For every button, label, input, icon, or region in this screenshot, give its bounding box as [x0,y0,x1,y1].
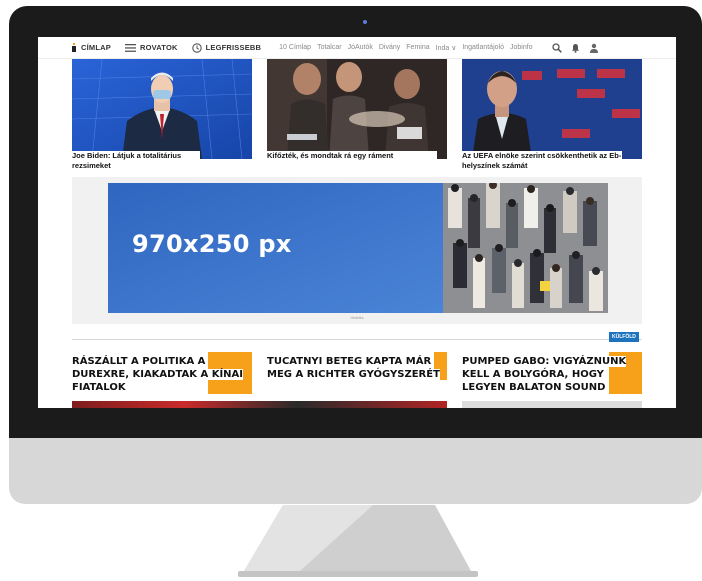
nav-link-inda[interactable]: Inda ∨ [436,44,457,52]
article-caption-uefa[interactable]: Az UEFA elnöke szerint csökkenthetik az … [462,151,622,171]
search-icon[interactable] [551,42,562,53]
nav-legfrissebb[interactable]: LEGFRISSEBB [191,42,262,53]
headline-balaton-text: Pumped Gabo: Vigyáznunk kell a bolygóra,… [462,356,627,393]
headline-richter-text: Tucatnyi beteg kapta már meg a Richter g… [267,356,440,380]
user-icon[interactable] [589,43,599,53]
nav-cimlap-label: CÍMLAP [81,43,111,52]
headline-durex-text: Rászállt a politika a Durexre, kiakadtak… [72,356,244,393]
nav-legfrissebb-label: LEGFRISSEBB [205,43,262,52]
section-badge-kulfold[interactable]: KÜLFÖLD [609,332,639,342]
cimlap-icon [72,43,76,52]
headline-balaton[interactable]: Pumped Gabo: Vigyáznunk kell a bolygóra,… [462,355,634,394]
bell-icon[interactable] [571,43,580,53]
monitor-chin [9,438,702,504]
article-card-uefa[interactable]: Az UEFA elnöke szerint csökkenthetik az … [462,59,642,177]
article-card-biden[interactable]: Joe Biden: Látjuk a totalitárius rezsime… [72,59,252,177]
article-image-strip-1[interactable] [72,401,447,408]
headline-durex[interactable]: Rászállt a politika a Durexre, kiakadtak… [72,355,247,394]
ad-banner[interactable]: 970x250 px [108,183,608,313]
article-image-cooks[interactable] [267,59,447,159]
section-divider [72,339,642,340]
nav-link-femina[interactable]: Femina [406,44,429,51]
menu-icon [124,43,136,52]
nav-link-ingatlantajolo[interactable]: Ingatlantájoló [462,44,504,51]
headline-richter[interactable]: Tucatnyi beteg kapta már meg a Richter g… [267,355,447,381]
nav-link-divany[interactable]: Divány [379,44,400,51]
top-navigation: CÍMLAP ROVATOK LEGFRISSEBB 10 Címlap Tot… [38,37,676,59]
nav-rovatok[interactable]: ROVATOK [124,43,178,52]
nav-link-totalcar[interactable]: Totalcar [317,44,342,51]
article-image-uefa[interactable] [462,59,642,159]
article-caption-biden[interactable]: Joe Biden: Látjuk a totalitárius rezsime… [72,151,200,171]
nav-link-jobinfo[interactable]: Jobinfo [510,44,533,51]
camera-dot [363,20,367,24]
clock-icon [191,42,202,53]
ad-label: Hirdetés [350,316,364,320]
ad-container: 970x250 px Hirdetés [72,177,642,324]
website-screen: CÍMLAP ROVATOK LEGFRISSEBB 10 Címlap Tot… [38,37,676,408]
article-image-biden[interactable] [72,59,252,159]
nav-link-joautok[interactable]: JóAutók [348,44,373,51]
article-image-strip-2[interactable] [462,401,642,408]
ad-size-text: 970x250 px [132,230,292,258]
nav-link-10cimlap[interactable]: 10 Címlap [279,44,311,51]
article-caption-cooks[interactable]: Kifőzték, és mondtak rá egy ráment [267,151,437,161]
nav-cimlap[interactable]: CÍMLAP [71,43,111,52]
article-card-cooks[interactable]: Kifőzték, és mondtak rá egy ráment [267,59,447,177]
nav-rovatok-label: ROVATOK [139,43,178,52]
